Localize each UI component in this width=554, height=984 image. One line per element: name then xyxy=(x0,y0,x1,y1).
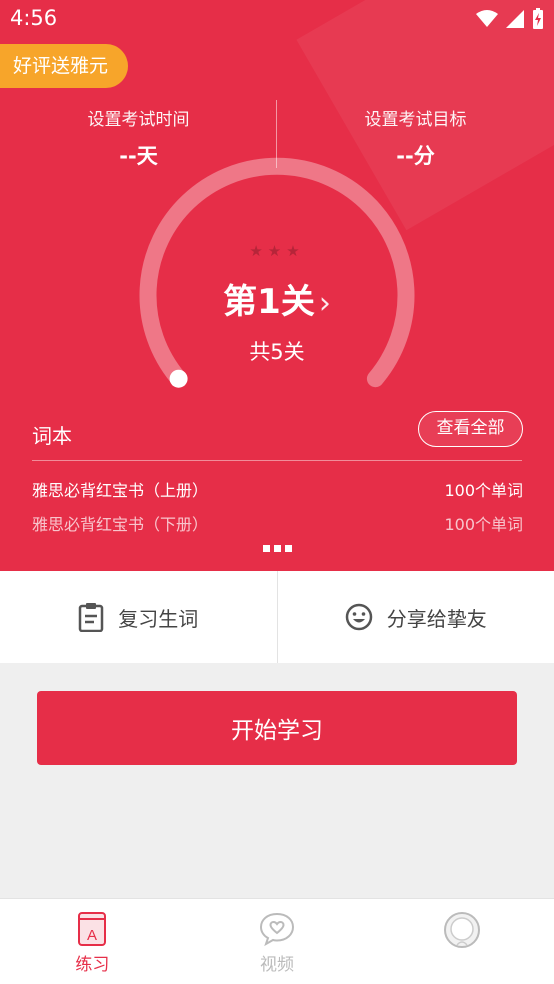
smiley-icon xyxy=(345,603,372,631)
start-learning-button[interactable]: 开始学习 xyxy=(37,691,517,765)
share-friends-button[interactable]: 分享给挚友 xyxy=(276,571,554,663)
level-title[interactable]: 第1关 › xyxy=(0,274,554,323)
tab-video-label: 视频 xyxy=(260,955,294,975)
share-friends-label: 分享给挚友 xyxy=(386,606,487,631)
tab-profile[interactable] xyxy=(369,899,554,984)
action-bar: 复习生词 分享给挚友 xyxy=(0,571,554,663)
avatar-icon xyxy=(443,912,480,948)
heart-chat-icon xyxy=(259,912,295,947)
book-a-icon: A xyxy=(78,912,107,946)
dot xyxy=(273,545,281,552)
chevron-right-icon: › xyxy=(318,286,331,321)
wordbook-divider xyxy=(32,460,522,461)
tab-practice[interactable]: A 练习 xyxy=(0,899,185,984)
svg-text:A: A xyxy=(87,927,97,944)
level-title-text: 第1关 xyxy=(223,282,315,322)
gauge-progress-knob xyxy=(169,369,188,388)
review-words-label: 复习生词 xyxy=(118,606,199,631)
view-all-button[interactable]: 查看全部 xyxy=(418,411,523,447)
clipboard-icon xyxy=(79,603,104,632)
dot xyxy=(262,545,270,552)
wordbook-row[interactable]: 雅思必背红宝书（下册） 100个单词 xyxy=(32,511,523,535)
wordbook-name: 雅思必背红宝书（上册） xyxy=(32,481,209,500)
wordbook-count: 100个单词 xyxy=(444,515,523,534)
wordbook-name: 雅思必背红宝书（下册） xyxy=(32,515,209,534)
wordbook-count: 100个单词 xyxy=(444,481,523,500)
more-dots-indicator[interactable] xyxy=(0,545,554,552)
wordbook-row[interactable]: 雅思必背红宝书（上册） 100个单词 xyxy=(32,477,523,501)
tab-video[interactable]: 视频 xyxy=(185,899,370,984)
wordbook-header: 词本 xyxy=(32,424,72,448)
dot xyxy=(284,545,292,552)
hero-panel: 4:56 好评送雅元 设置考试时间 --天 设置考试目标 --分 ★★★ 第1关… xyxy=(0,0,554,571)
review-words-button[interactable]: 复习生词 xyxy=(0,571,277,663)
bottom-tab-bar: A 练习 视频 xyxy=(0,898,554,984)
level-stars: ★★★ xyxy=(249,242,305,260)
level-total: 共5关 xyxy=(249,340,305,364)
tab-practice-label: 练习 xyxy=(75,955,110,975)
